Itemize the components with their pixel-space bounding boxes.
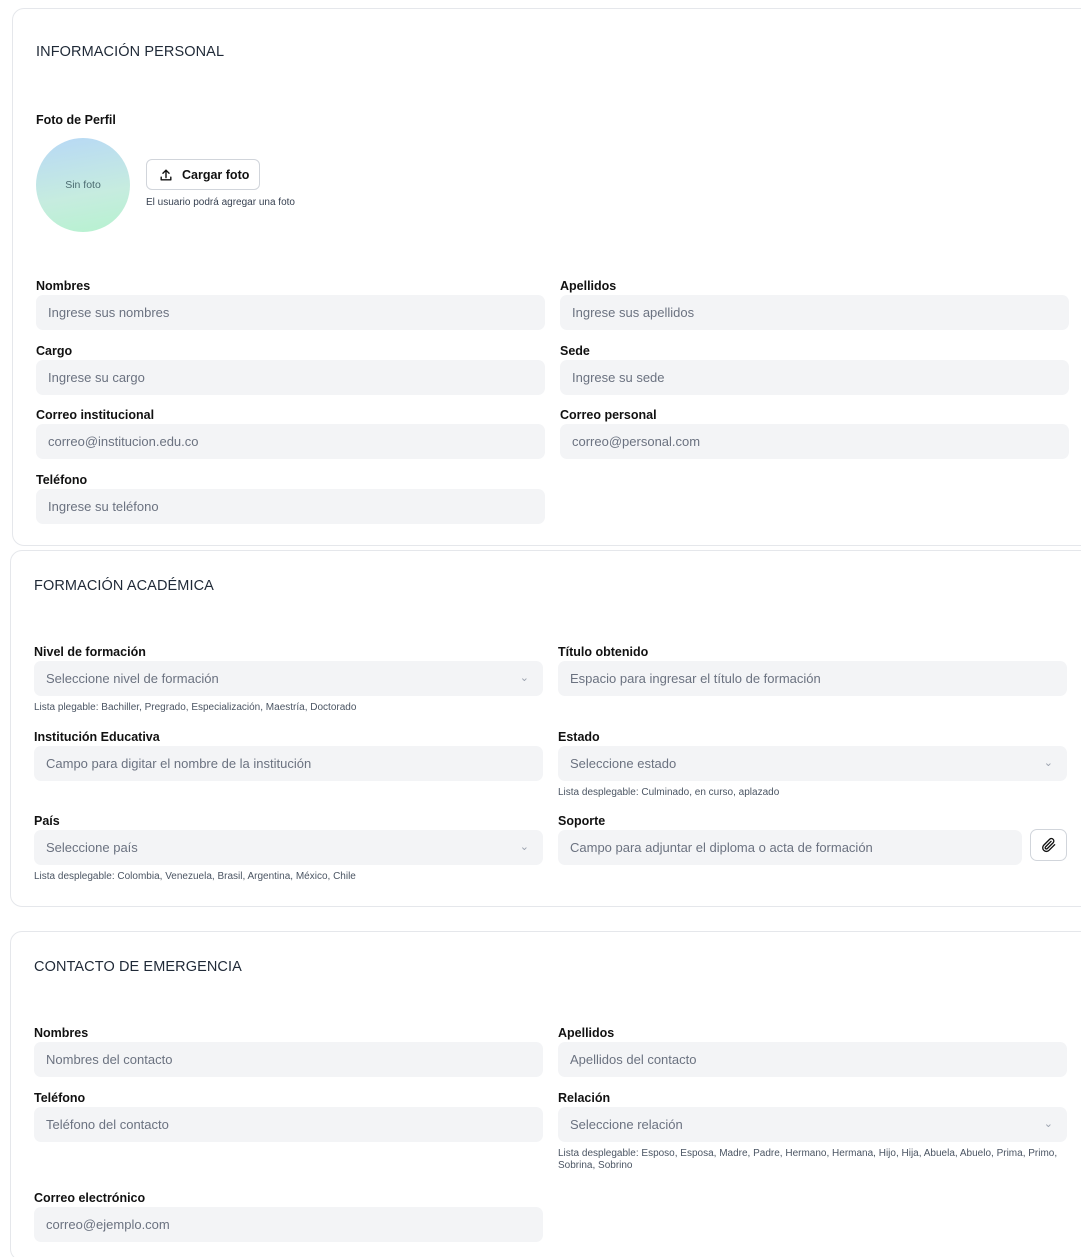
field-label: Título obtenido (558, 645, 649, 659)
select-value: Seleccione relación (570, 1117, 683, 1132)
contacto-telefono-input[interactable]: Teléfono del contacto (34, 1107, 543, 1142)
field-correo-institucional: Correo institucional correo@institucion.… (36, 406, 545, 459)
field-label: Nivel de formación (34, 645, 146, 659)
field-nombres: Nombres Ingrese sus nombres (36, 277, 545, 330)
field-cargo: Cargo Ingrese su cargo (36, 342, 545, 395)
field-contacto-correo: Correo electrónico correo@ejemplo.com (34, 1189, 543, 1242)
field-telefono: Teléfono Ingrese su teléfono (36, 471, 545, 524)
field-label: Correo personal (560, 408, 657, 422)
relacion-select[interactable]: Seleccione relación ⌄ (558, 1107, 1067, 1142)
chevron-down-icon: ⌄ (1043, 757, 1053, 769)
field-estado: Estado Seleccione estado ⌄ Lista despleg… (558, 728, 1067, 799)
select-value: Seleccione estado (570, 756, 677, 771)
field-contacto-nombres: Nombres Nombres del contacto (34, 1024, 543, 1077)
profile-photo-label: Foto de Perfil (36, 113, 116, 127)
field-hint: Lista desplegable: Esposo, Esposa, Madre… (558, 1148, 1058, 1171)
field-label: Soporte (558, 814, 606, 828)
telefono-input[interactable]: Ingrese su teléfono (36, 489, 545, 524)
field-hint: Lista plegable: Bachiller, Pregrado, Esp… (34, 702, 357, 713)
apellidos-input[interactable]: Ingrese sus apellidos (560, 295, 1069, 330)
sede-input[interactable]: Ingrese su sede (560, 360, 1069, 395)
estado-select[interactable]: Seleccione estado ⌄ (558, 746, 1067, 781)
field-label: Correo institucional (36, 408, 155, 422)
personal-section-title: INFORMACIÓN PERSONAL (36, 44, 225, 60)
cargo-input[interactable]: Ingrese su cargo (36, 360, 545, 395)
attach-file-button[interactable] (1030, 829, 1067, 861)
emergency-section-title: CONTACTO DE EMERGENCIA (34, 959, 242, 975)
upload-photo-label: Cargar foto (182, 167, 250, 182)
institucion-educativa-input[interactable]: Campo para digitar el nombre de la insti… (34, 746, 543, 781)
chevron-down-icon: ⌄ (1043, 1118, 1053, 1130)
field-label: Relación (558, 1091, 611, 1105)
field-pais: País Seleccione país ⌄ Lista desplegable… (34, 812, 543, 883)
field-apellidos: Apellidos Ingrese sus apellidos (560, 277, 1069, 330)
field-nivel-formacion: Nivel de formación Seleccione nivel de f… (34, 643, 543, 714)
field-label: Nombres (36, 279, 91, 293)
field-label: Teléfono (36, 473, 88, 487)
field-hint: Lista desplegable: Colombia, Venezuela, … (34, 871, 356, 882)
correo-institucional-input[interactable]: correo@institucion.edu.co (36, 424, 545, 459)
field-label: Correo electrónico (34, 1191, 146, 1205)
field-institucion-educativa: Institución Educativa Campo para digitar… (34, 728, 543, 781)
field-titulo-obtenido: Título obtenido Espacio para ingresar el… (558, 643, 1067, 696)
upload-photo-note: El usuario podrá agregar una foto (146, 197, 295, 208)
chevron-down-icon: ⌄ (519, 672, 529, 684)
chevron-down-icon: ⌄ (519, 841, 529, 853)
field-label: Estado (558, 730, 600, 744)
field-label: País (34, 814, 60, 828)
titulo-obtenido-input[interactable]: Espacio para ingresar el título de forma… (558, 661, 1067, 696)
field-correo-personal: Correo personal correo@personal.com (560, 406, 1069, 459)
academic-section-title: FORMACIÓN ACADÉMICA (34, 578, 214, 594)
field-hint: Lista desplegable: Culminado, en curso, … (558, 787, 780, 798)
select-value: Seleccione país (46, 840, 138, 855)
pais-select[interactable]: Seleccione país ⌄ (34, 830, 543, 865)
field-label: Institución Educativa (34, 730, 160, 744)
field-label: Sede (560, 344, 590, 358)
field-label: Cargo (36, 344, 73, 358)
field-soporte: Soporte Campo para adjuntar el diploma o… (558, 812, 1022, 865)
paperclip-icon (1041, 837, 1055, 853)
field-contacto-telefono: Teléfono Teléfono del contacto (34, 1089, 543, 1142)
nivel-formacion-select[interactable]: Seleccione nivel de formación ⌄ (34, 661, 543, 696)
field-sede: Sede Ingrese su sede (560, 342, 1069, 395)
upload-photo-button[interactable]: Cargar foto (146, 159, 261, 190)
contacto-nombres-input[interactable]: Nombres del contacto (34, 1042, 543, 1077)
field-label: Teléfono (34, 1091, 86, 1105)
avatar-placeholder-text: Sin foto (65, 179, 101, 191)
avatar: Sin foto (36, 138, 130, 232)
nombres-input[interactable]: Ingrese sus nombres (36, 295, 545, 330)
contacto-apellidos-input[interactable]: Apellidos del contacto (558, 1042, 1067, 1077)
field-contacto-apellidos: Apellidos Apellidos del contacto (558, 1024, 1067, 1077)
field-label: Nombres (34, 1026, 89, 1040)
field-label: Apellidos (558, 1026, 615, 1040)
soporte-input[interactable]: Campo para adjuntar el diploma o acta de… (558, 830, 1022, 865)
field-label: Apellidos (560, 279, 617, 293)
upload-icon (160, 168, 172, 181)
field-relacion: Relación Seleccione relación ⌄ Lista des… (558, 1089, 1067, 1172)
select-value: Seleccione nivel de formación (46, 671, 219, 686)
correo-personal-input[interactable]: correo@personal.com (560, 424, 1069, 459)
contacto-correo-input[interactable]: correo@ejemplo.com (34, 1207, 543, 1242)
